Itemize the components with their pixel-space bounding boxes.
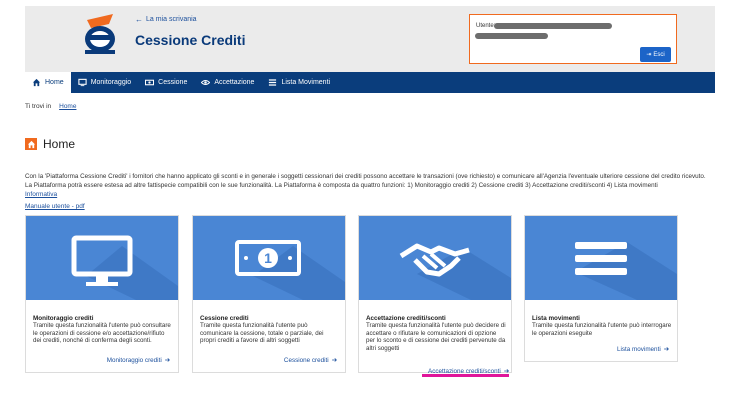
arrow-right-icon: ➔: [331, 357, 337, 364]
page-frame: ← La mia scrivania Cessione Crediti Uten…: [25, 6, 715, 396]
banknote-icon: [145, 78, 155, 87]
header: ← La mia scrivania Cessione Crediti Uten…: [25, 6, 715, 72]
card-description: Tramite questa funzionalità l'utente può…: [532, 322, 672, 337]
breadcrumb-home-link[interactable]: Home: [59, 103, 76, 110]
user-label: Utente:: [476, 23, 495, 29]
list-icon: [575, 242, 677, 300]
nav-lista-movimenti-label: Lista Movimenti: [281, 79, 331, 86]
home-icon: [25, 138, 37, 150]
nav-lista-movimenti[interactable]: Lista Movimenti: [261, 72, 337, 93]
highlight-underline: [422, 374, 509, 377]
back-to-desk-link[interactable]: ← La mia scrivania: [135, 15, 197, 24]
card-title: Lista movimenti: [532, 315, 580, 322]
nav-monitoraggio[interactable]: Monitoraggio: [71, 72, 138, 93]
main-nav: Home Monitoraggio Cessione Accettazione …: [25, 72, 715, 93]
card-image: 1: [193, 216, 345, 300]
banknote-icon: 1: [235, 240, 345, 300]
arrow-right-icon: ➔: [164, 357, 170, 364]
card-description: Tramite questa funzionalità l'utente può…: [366, 322, 506, 352]
card-link-label: Lista movimenti: [616, 346, 661, 353]
logout-button[interactable]: ⇥ Esci: [640, 47, 671, 62]
page-title: Home: [43, 137, 76, 151]
monitor-icon: [71, 235, 178, 300]
card-monitoraggio: Monitoraggio crediti Tramite questa funz…: [25, 215, 179, 373]
redacted-user-code: [475, 33, 548, 39]
user-box: Utente: ⇥ Esci: [469, 14, 677, 64]
card-image: [26, 216, 178, 300]
card-description: Tramite questa funzionalità l'utente può…: [200, 322, 324, 345]
arrow-left-icon: ←: [135, 15, 143, 24]
card-image: [359, 216, 511, 300]
svg-text:1: 1: [264, 250, 272, 266]
card-cessione: 1 Cessione crediti Tramite questa funzio…: [192, 215, 346, 373]
home-icon: [32, 78, 41, 87]
card-lista-movimenti: Lista movimenti Tramite questa funzional…: [524, 215, 678, 362]
breadcrumb-prefix: Ti trovi in: [25, 103, 52, 110]
card-title: Monitoraggio crediti: [33, 315, 94, 322]
user-label-text: Utente: [476, 23, 494, 29]
arrow-right-icon: ➔: [663, 346, 669, 353]
nav-accettazione-label: Accettazione: [214, 79, 255, 86]
card-title: Cessione crediti: [200, 315, 249, 322]
card-image: [525, 216, 677, 300]
intro-line-1: Con la 'Piattaforma Cessione Crediti' i …: [25, 173, 706, 180]
redacted-user-name: [494, 23, 612, 29]
nav-cessione-label: Cessione: [158, 79, 188, 86]
card-cessione-link[interactable]: Cessione crediti ➔: [284, 357, 337, 364]
informativa-link[interactable]: Informativa: [25, 191, 57, 198]
nav-cessione[interactable]: Cessione: [138, 72, 194, 93]
handshake-icon: [399, 243, 511, 300]
back-to-desk-label: La mia scrivania: [146, 16, 197, 23]
nav-home-label: Home: [45, 79, 64, 86]
logout-icon: ⇥: [646, 52, 652, 58]
agenzia-entrate-logo: [85, 14, 115, 54]
app-title: Cessione Crediti: [135, 32, 246, 48]
card-link-label: Cessione crediti: [283, 357, 329, 364]
nav-monitoraggio-label: Monitoraggio: [90, 79, 132, 86]
nav-accettazione[interactable]: Accettazione: [194, 72, 261, 93]
card-lista-movimenti-link[interactable]: Lista movimenti ➔: [617, 346, 669, 353]
eye-icon: [201, 78, 211, 87]
breadcrumb: Ti trovi in Home: [25, 103, 76, 110]
intro-line-2: La Piattaforma potrà essere estesa ad al…: [25, 181, 658, 189]
intro-text: Con la 'Piattaforma Cessione Crediti' i …: [25, 173, 715, 190]
card-title: Accettazione crediti/sconti: [366, 315, 446, 322]
card-link-label: Monitoraggio crediti: [106, 357, 162, 364]
nav-home[interactable]: Home: [25, 72, 71, 93]
card-description: Tramite questa funzionalità l'utente può…: [33, 322, 171, 345]
manual-pdf-link[interactable]: Manuale utente - pdf: [25, 203, 85, 210]
page-heading: Home: [25, 137, 75, 151]
list-icon: [268, 78, 277, 87]
card-accettazione: Accettazione crediti/sconti Tramite ques…: [358, 215, 512, 373]
card-monitoraggio-link[interactable]: Monitoraggio crediti ➔: [107, 357, 170, 364]
monitor-icon: [78, 78, 87, 87]
logout-label: Esci: [653, 51, 665, 58]
